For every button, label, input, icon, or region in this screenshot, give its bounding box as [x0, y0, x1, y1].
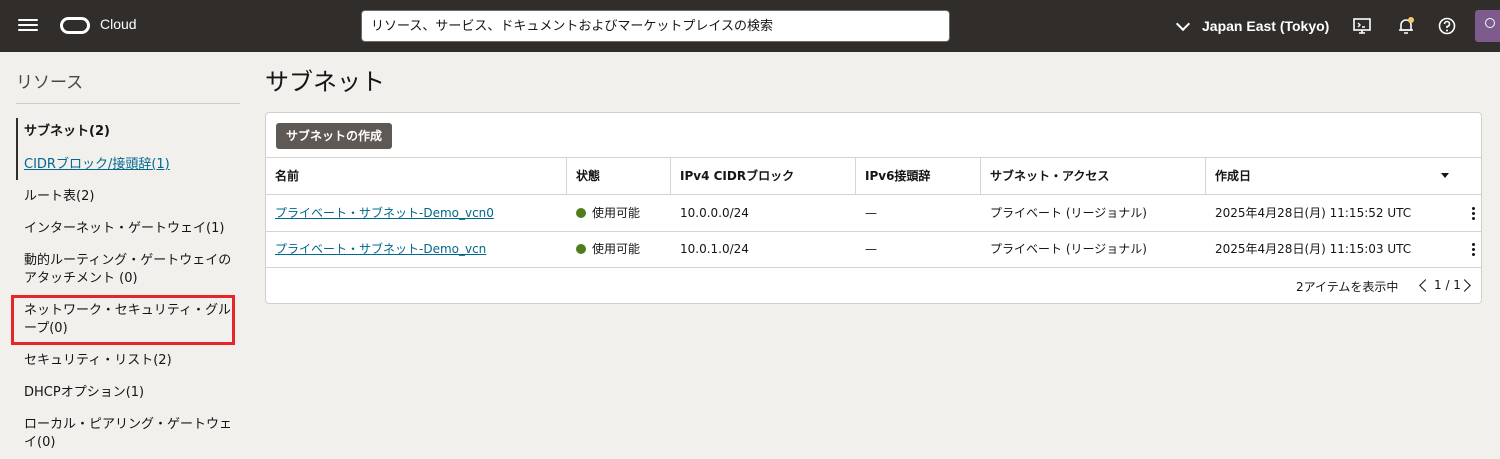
sidebar-item-drg-attachments[interactable]: 動的ルーティング・ゲートウェイのアタッチメント (0) — [24, 252, 234, 288]
status-available-icon — [576, 244, 586, 254]
row2-actions-icon[interactable] — [1466, 242, 1480, 256]
region-selector[interactable]: Japan East (Tokyo) — [1175, 16, 1330, 36]
sidebar-divider — [16, 103, 240, 104]
column-header-ipv4[interactable]: IPv4 CIDRブロック — [671, 157, 856, 195]
sidebar-item-subnets[interactable]: サブネット(2) — [24, 123, 234, 141]
user-icon[interactable] — [1475, 10, 1500, 42]
row1-status-text: 使用可能 — [592, 206, 641, 220]
column-header-status[interactable]: 状態 — [567, 157, 671, 195]
row2-name-link[interactable]: プライベート・サブネット-Demo_vcn — [266, 231, 486, 267]
sidebar-item-internet-gateways[interactable]: インターネット・ゲートウェイ(1) — [24, 220, 234, 238]
row1-ipv6: — — [865, 206, 877, 220]
sidebar-item-cidr-blocks[interactable]: CIDRブロック/接頭辞(1) — [24, 156, 234, 174]
row2-ipv6: — — [865, 242, 877, 256]
chevron-down-icon — [1175, 16, 1191, 31]
brand-label[interactable]: Cloud — [100, 16, 137, 32]
row1-actions-icon[interactable] — [1466, 206, 1480, 220]
subnets-table-panel: サブネットの作成 名前 状態 IPv4 CIDRブロック IPv6接頭辞 サブネ… — [265, 112, 1482, 304]
sidebar-item-security-lists[interactable]: セキュリティ・リスト(2) — [24, 352, 234, 370]
menu-icon[interactable] — [18, 16, 38, 36]
region-label: Japan East (Tokyo) — [1202, 18, 1330, 34]
sidebar-active-indicator — [16, 118, 18, 180]
bell-icon[interactable] — [1396, 16, 1416, 36]
column-header-created[interactable]: 作成日 — [1206, 157, 1481, 195]
column-header-name[interactable]: 名前 — [266, 157, 567, 195]
item-count-label: 2アイテムを表示中 — [1296, 280, 1399, 294]
create-subnet-button[interactable]: サブネットの作成 — [276, 123, 393, 149]
row1-name-link[interactable]: プライベート・サブネット-Demo_vcn0 — [266, 195, 494, 231]
row2-ipv4: 10.0.1.0/24 — [680, 242, 749, 256]
sidebar-item-local-peering-gateways[interactable]: ローカル・ピアリング・ゲートウェイ(0) — [24, 416, 234, 452]
column-header-ipv6[interactable]: IPv6接頭辞 — [856, 157, 981, 195]
search-input[interactable] — [361, 10, 950, 42]
column-header-access[interactable]: サブネット・アクセス — [981, 157, 1206, 195]
status-available-icon — [576, 208, 586, 218]
oracle-logo[interactable] — [60, 17, 90, 34]
row2-access: プライベート (リージョナル) — [990, 242, 1147, 256]
sort-caret-icon[interactable] — [1441, 173, 1449, 178]
sidebar-item-route-tables[interactable]: ルート表(2) — [24, 188, 234, 206]
row2-created: 2025年4月28日(月) 11:15:03 UTC — [1215, 242, 1412, 256]
chevron-left-icon[interactable] — [1419, 279, 1432, 292]
page-title: サブネット — [265, 68, 385, 96]
resources-title: リソース — [16, 73, 84, 93]
highlight-box — [11, 295, 235, 345]
cloud-shell-icon[interactable] — [1352, 16, 1372, 36]
row2-status-text: 使用可能 — [592, 242, 641, 256]
row-divider — [266, 267, 1481, 268]
top-bar: Cloud Japan East (Tokyo) — [0, 0, 1500, 52]
row1-access: プライベート (リージョナル) — [990, 206, 1147, 220]
row2-status: 使用可能 — [567, 231, 640, 267]
row1-created: 2025年4月28日(月) 11:15:52 UTC — [1215, 206, 1412, 220]
row1-status: 使用可能 — [567, 195, 640, 231]
sidebar-item-dhcp-options[interactable]: DHCPオプション(1) — [24, 384, 234, 402]
help-icon[interactable] — [1437, 16, 1457, 36]
row1-ipv4: 10.0.0.0/24 — [680, 206, 749, 220]
